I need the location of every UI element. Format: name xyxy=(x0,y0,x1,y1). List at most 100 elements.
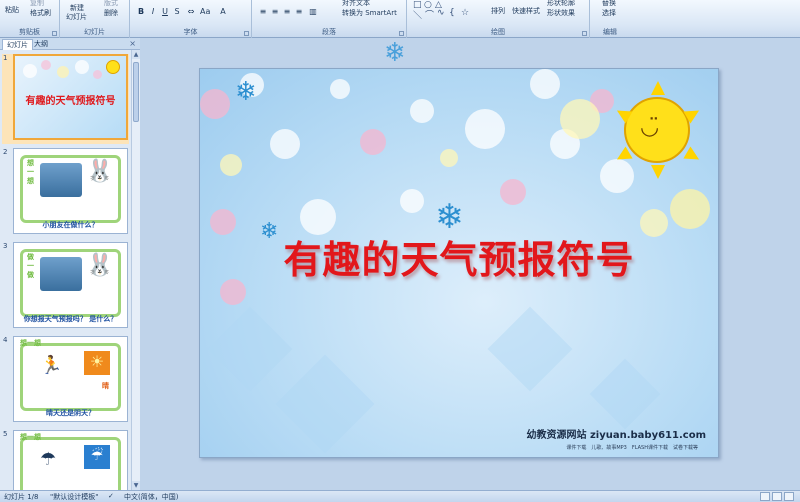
editing-group-label: 编辑 xyxy=(603,28,617,36)
drawing-group-label: 绘图 xyxy=(491,28,505,36)
tab-slides[interactable]: 幻灯片 xyxy=(2,39,33,50)
thumbnail-number: 3 xyxy=(3,242,8,250)
current-slide[interactable]: ❄ ❄ ❄ ◡̈ 有趣的天气预报符号 幼教资源网站 ziyuan.baby611… xyxy=(199,68,719,458)
bold-button[interactable]: B xyxy=(136,7,146,17)
align-text-button[interactable]: 对齐文本 xyxy=(342,0,370,8)
char-spacing-button[interactable]: ⇔ xyxy=(186,7,196,17)
brace-shape-icon[interactable]: { xyxy=(449,8,455,18)
thumbnail-caption: 你想报天气预报吗？ 是什么？ xyxy=(23,315,118,323)
bubble xyxy=(330,79,350,99)
thumbnail-preview: 想一想 🐰 小朋友在做什么？ xyxy=(13,148,128,234)
rabbit-icon: 🐰 xyxy=(86,253,114,278)
kid-icon: 🏃 xyxy=(40,355,63,376)
align-center-icon[interactable]: ≡ xyxy=(270,7,280,17)
slide-title[interactable]: 有趣的天气预报符号 xyxy=(200,229,718,284)
ribbon: 粘贴 复制 格式刷 剪贴板 新建 幻灯片 版式 删除 幻灯片 B I U S ⇔… xyxy=(0,0,800,38)
bubble xyxy=(23,64,37,78)
align-left-icon[interactable]: ≡ xyxy=(258,7,268,17)
tab-outline[interactable]: 大纲 xyxy=(30,39,52,50)
delete-slide-button[interactable]: 删除 xyxy=(104,8,118,18)
thumbnail-badge: 晴 xyxy=(102,382,109,390)
thumbnail-slide-4[interactable]: 4 想一想 🏃 ☀ 晴 晴天还是阴天？ xyxy=(2,336,129,426)
shadow-button[interactable]: S xyxy=(172,7,182,17)
thumbnail-scrollbar[interactable]: ▲ ▼ xyxy=(131,50,140,490)
font-group-label: 字体 xyxy=(183,28,198,36)
drawing-launcher-icon[interactable] xyxy=(582,31,587,36)
editing-group: 替换 选择 编辑 xyxy=(590,0,630,38)
spell-check-icon[interactable]: ✓ xyxy=(108,492,114,500)
scroll-thumb[interactable] xyxy=(133,62,139,122)
change-case-button[interactable]: Aa xyxy=(200,7,210,17)
new-slide-dropdown[interactable]: 幻灯片 xyxy=(66,12,87,22)
copy-button[interactable]: 复制 xyxy=(30,0,44,8)
slide-count: 幻灯片 1/8 xyxy=(4,493,39,501)
bubble xyxy=(360,129,386,155)
diamond-decoration xyxy=(487,306,573,392)
thumbnail-number: 2 xyxy=(3,148,8,156)
clipboard-launcher-icon[interactable] xyxy=(52,31,57,36)
star-shape-icon[interactable]: ☆ xyxy=(461,8,469,18)
shape-effects-button[interactable]: 形状效果 xyxy=(547,8,575,18)
smartart-button[interactable]: 转换为 SmartArt xyxy=(342,8,397,18)
sunny-icon: ☀ xyxy=(84,351,110,375)
layout-button[interactable]: 版式 xyxy=(104,0,118,8)
thumbnail-preview: 想一想 🏃 ☀ 晴 晴天还是阴天？ xyxy=(13,336,128,422)
sun-icon xyxy=(106,60,120,74)
bubble xyxy=(75,60,89,74)
snowflake-icon: ❄ xyxy=(384,38,406,68)
thumbnail-caption: 小朋友在做什么？ xyxy=(42,221,99,229)
thumbnail-slide-1[interactable]: 1 有趣的天气预报符号 xyxy=(2,54,129,144)
slide-editing-area: ❄ ❄ ❄ ❄ ◡̈ 有趣的天气预报符号 幼教资源网站 ziyuan.baby6… xyxy=(141,38,800,490)
columns-icon[interactable]: ▥ xyxy=(308,7,318,17)
font-group: B I U S ⇔ Aa A 字体 xyxy=(130,0,252,38)
bubble xyxy=(670,189,710,229)
paste-button[interactable]: 粘贴 xyxy=(5,5,19,15)
thumbnail-slide-5[interactable]: 5 想一想 ☂ ☔ xyxy=(2,430,129,490)
sun-face-icon: ◡̈ xyxy=(640,115,660,140)
normal-view-button[interactable] xyxy=(760,492,770,501)
thumbnail-preview: 做一做 🐰 你想报天气预报吗？ 是什么？ xyxy=(13,242,128,328)
bubble xyxy=(93,70,102,79)
slideshow-button[interactable] xyxy=(784,492,794,501)
scroll-down-icon[interactable]: ▼ xyxy=(132,481,140,490)
status-bar: 幻灯片 1/8 "默认设计模板" ✓ 中文(简体，中国) xyxy=(0,490,800,502)
curve-shape-icon[interactable]: ∿ xyxy=(437,8,445,18)
underline-button[interactable]: U xyxy=(160,7,170,17)
thumbnail-header: 想一想 xyxy=(20,433,41,441)
thumbnail-header: 想一想 xyxy=(20,339,41,347)
select-button[interactable]: 选择 xyxy=(602,8,616,18)
thumbnail-number: 4 xyxy=(3,336,8,344)
clipboard-group-label: 剪贴板 xyxy=(19,28,40,36)
panel-close-icon[interactable]: × xyxy=(129,39,136,48)
replace-button[interactable]: 替换 xyxy=(602,0,616,8)
bubble xyxy=(600,159,634,193)
thumbnail-slide-2[interactable]: 2 想一想 🐰 小朋友在做什么？ xyxy=(2,148,129,238)
diamond-decoration xyxy=(589,358,661,430)
shape-outline-button[interactable]: 形状轮廓 xyxy=(547,0,575,8)
align-right-icon[interactable]: ≡ xyxy=(282,7,292,17)
arrow-shape-icon[interactable]: ⌒ xyxy=(425,8,434,21)
language-indicator[interactable]: 中文(简体，中国) xyxy=(124,492,178,502)
slide-sorter-button[interactable] xyxy=(772,492,782,501)
line-shape-icon[interactable]: ＼ xyxy=(413,8,422,21)
scroll-up-icon[interactable]: ▲ xyxy=(132,50,140,59)
paragraph-launcher-icon[interactable] xyxy=(399,31,404,36)
site-subtext: 课件下载 儿歌、故事MP3 FLASH课件下载 试卷下载等 xyxy=(566,445,698,451)
italic-button[interactable]: I xyxy=(148,7,158,17)
thumbnail-slide-3[interactable]: 3 做一做 🐰 你想报天气预报吗？ 是什么？ xyxy=(2,242,129,332)
justify-icon[interactable]: ≡ xyxy=(294,7,304,17)
slides-group: 新建 幻灯片 版式 删除 幻灯片 xyxy=(60,0,130,38)
bubble xyxy=(410,99,434,123)
format-painter-button[interactable]: 格式刷 xyxy=(30,8,51,18)
arrange-button[interactable]: 排列 xyxy=(491,6,505,16)
bubble xyxy=(57,66,69,78)
panel-tabs: 幻灯片 大纲 × xyxy=(0,38,140,50)
font-launcher-icon[interactable] xyxy=(244,31,249,36)
thumbnail-caption: 晴天还是阴天？ xyxy=(46,409,95,417)
font-color-icon[interactable]: A xyxy=(218,7,228,17)
paragraph-group-label: 段落 xyxy=(322,28,336,36)
smiling-sun-icon: ◡̈ xyxy=(624,97,690,163)
bubble xyxy=(560,99,600,139)
thumbnail-number: 1 xyxy=(3,54,8,62)
quick-styles-button[interactable]: 快速样式 xyxy=(512,6,540,16)
